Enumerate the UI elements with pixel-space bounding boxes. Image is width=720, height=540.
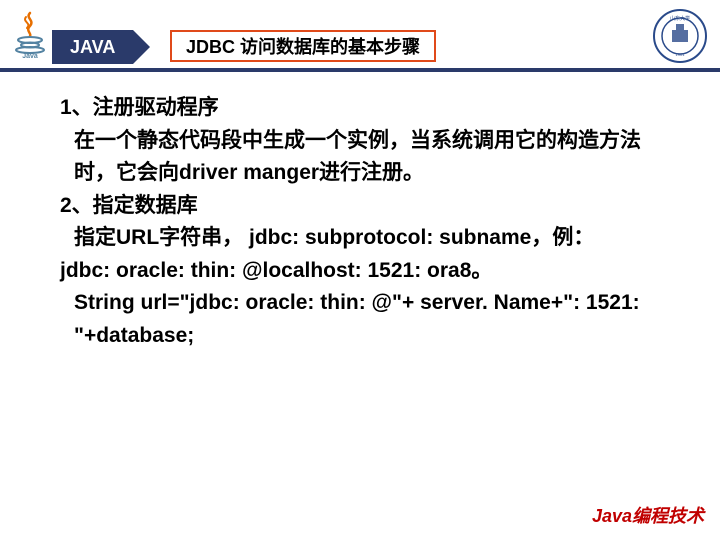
step1-title: 1、注册驱动程序 bbox=[60, 92, 670, 125]
step2-body-line3: String url="jdbc: oracle: thin: @"+ serv… bbox=[60, 287, 670, 352]
java-badge-label: JAVA bbox=[70, 37, 115, 58]
step1-body: 在一个静态代码段中生成一个实例，当系统调用它的构造方法时，它会向driver m… bbox=[60, 125, 670, 190]
slide-header: Java JAVA JDBC 访问数据库的基本步骤 山东大学 1901 bbox=[0, 0, 720, 72]
step2-title: 2、指定数据库 bbox=[60, 190, 670, 223]
java-badge: JAVA bbox=[52, 30, 133, 64]
step2-body-line2: jdbc: oracle: thin: @localhost: 1521: or… bbox=[60, 255, 670, 288]
university-seal-icon: 山东大学 1901 bbox=[652, 8, 708, 64]
slide-title-text: JDBC 访问数据库的基本步骤 bbox=[186, 33, 420, 59]
slide-content: 1、注册驱动程序 在一个静态代码段中生成一个实例，当系统调用它的构造方法时，它会… bbox=[0, 72, 720, 352]
java-logo-icon: Java bbox=[10, 8, 50, 58]
svg-text:山东大学: 山东大学 bbox=[670, 15, 690, 22]
step2-body-line1: 指定URL字符串， jdbc: subprotocol: subname，例： bbox=[60, 222, 670, 255]
slide-title: JDBC 访问数据库的基本步骤 bbox=[170, 30, 436, 62]
svg-text:Java: Java bbox=[22, 53, 38, 58]
svg-text:1901: 1901 bbox=[676, 52, 686, 57]
footer-text: Java编程技术 bbox=[592, 502, 704, 528]
